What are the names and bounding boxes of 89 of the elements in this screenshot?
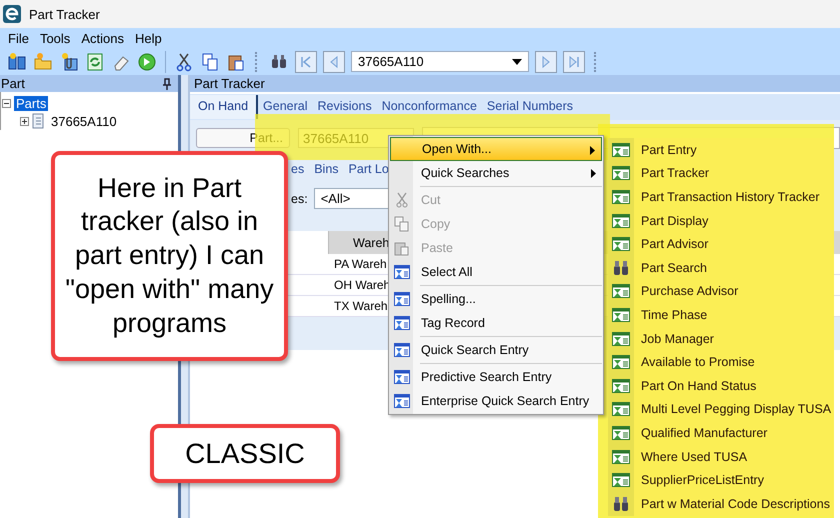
part-combo[interactable]: 37665A110 [351,51,529,72]
menu-item[interactable]: Multi Level Pegging Display TUSA [608,398,834,422]
menu-item[interactable]: Part w Material Code Descriptions [608,492,834,516]
document-icon [32,113,46,129]
window-icon [394,264,410,280]
menu-item[interactable]: Select All [390,260,602,284]
menu-item[interactable]: Part Advisor [608,232,834,256]
cut-icon [394,192,410,208]
tab[interactable]: General [258,94,313,113]
menu-item[interactable]: Help [134,30,162,46]
window-icon [612,306,630,323]
pin-icon[interactable] [162,78,172,90]
paste-icon [394,240,410,256]
column-header[interactable]: Wareh [353,236,390,250]
menu-item[interactable]: Open With... [390,137,602,161]
window-icon [612,354,630,370]
tree-item[interactable]: 37665A110 [49,114,119,128]
sub-tab[interactable]: Part Lo [348,162,389,178]
window-icon [612,330,630,347]
binoculars-icon [612,260,630,276]
refresh-icon[interactable] [85,52,105,72]
submenu-arrow-icon [590,146,595,155]
menu-item[interactable]: Part Entry [608,138,834,162]
window-icon [612,378,630,394]
menu-item[interactable]: Qualified Manufacturer [608,421,834,445]
panel-title: Part [1,76,25,91]
tab[interactable]: Revisions [312,94,377,113]
dropdown-arrow-icon [512,58,522,64]
window-icon [612,188,630,205]
menu-item[interactable]: Enterprise Quick Search Entry [390,389,602,413]
menu-item[interactable]: Part Transaction History Tracker [608,185,834,209]
window-icon [612,165,630,182]
panel-title: Part Tracker [194,76,265,91]
menu-item[interactable]: SupplierPriceListEntry [608,468,834,492]
tree-expander-icon[interactable] [2,98,11,108]
tab[interactable]: Serial Numbers [482,94,578,113]
tree-expander-icon[interactable] [20,116,29,126]
filter-label: es: [291,192,308,206]
menu-item[interactable]: Job Manager [608,326,834,350]
window-icon [394,342,410,358]
book-icon[interactable] [7,52,27,72]
window-icon [612,283,630,300]
clip-icon[interactable] [59,52,79,72]
menu-item[interactable]: Purchase Advisor [608,280,834,304]
note-tooltip: Here in Part tracker (also in part entry) I can "open with" many programs [51,151,288,361]
window-icon [612,142,630,158]
tab[interactable]: On Hand [190,95,258,119]
table-cell: PA Wareh [334,257,387,271]
menu-item[interactable]: Tag Record [390,311,602,335]
table-cell: TX Wareh [334,299,388,313]
window-icon [612,236,630,252]
menu-item[interactable]: Spelling... [390,287,602,311]
menu-item[interactable]: Tools [40,30,70,46]
binoculars-icon [612,496,630,512]
window-icon [612,401,630,418]
tree-item[interactable]: Parts [14,96,48,110]
menu-item[interactable]: Actions [81,30,124,46]
window-icon [394,291,410,307]
go-icon[interactable] [137,52,157,72]
menu-item[interactable]: Time Phase [608,303,834,327]
note-tooltip: CLASSIC [150,424,340,483]
menu-item[interactable]: Part Tracker [608,162,834,186]
menu-item[interactable]: Part Display [608,208,834,232]
last-icon [567,54,581,68]
menu-item[interactable]: Where Used TUSA [608,444,834,468]
sub-tab[interactable]: es [291,162,304,178]
tab[interactable]: Nonconformance [376,94,482,113]
window-icon [394,369,410,385]
app-logo-icon [3,5,21,23]
menu-item[interactable]: Part Search [608,256,834,280]
window-title: Part Tracker [29,6,100,22]
menu-item[interactable]: Quick Searches [390,161,602,185]
menu-item[interactable]: Part On Hand Status [608,374,834,398]
submenu-arrow-icon [591,169,596,178]
menu-item[interactable]: File [8,30,29,46]
sub-tab[interactable]: Bins [314,162,339,178]
window-icon [612,448,630,465]
menu-item[interactable]: Available to Promise [608,350,834,374]
menu-item[interactable]: Predictive Search Entry [390,365,602,389]
window-icon [394,393,410,409]
window-icon [394,315,410,331]
cut-icon[interactable] [174,52,194,72]
first-icon [299,54,313,68]
window-icon [612,424,630,441]
window-icon [612,472,630,488]
menu-item[interactable]: Quick Search Entry [390,338,602,362]
copy-icon[interactable] [200,52,220,72]
copy-icon [394,216,410,232]
window-icon [612,212,630,229]
